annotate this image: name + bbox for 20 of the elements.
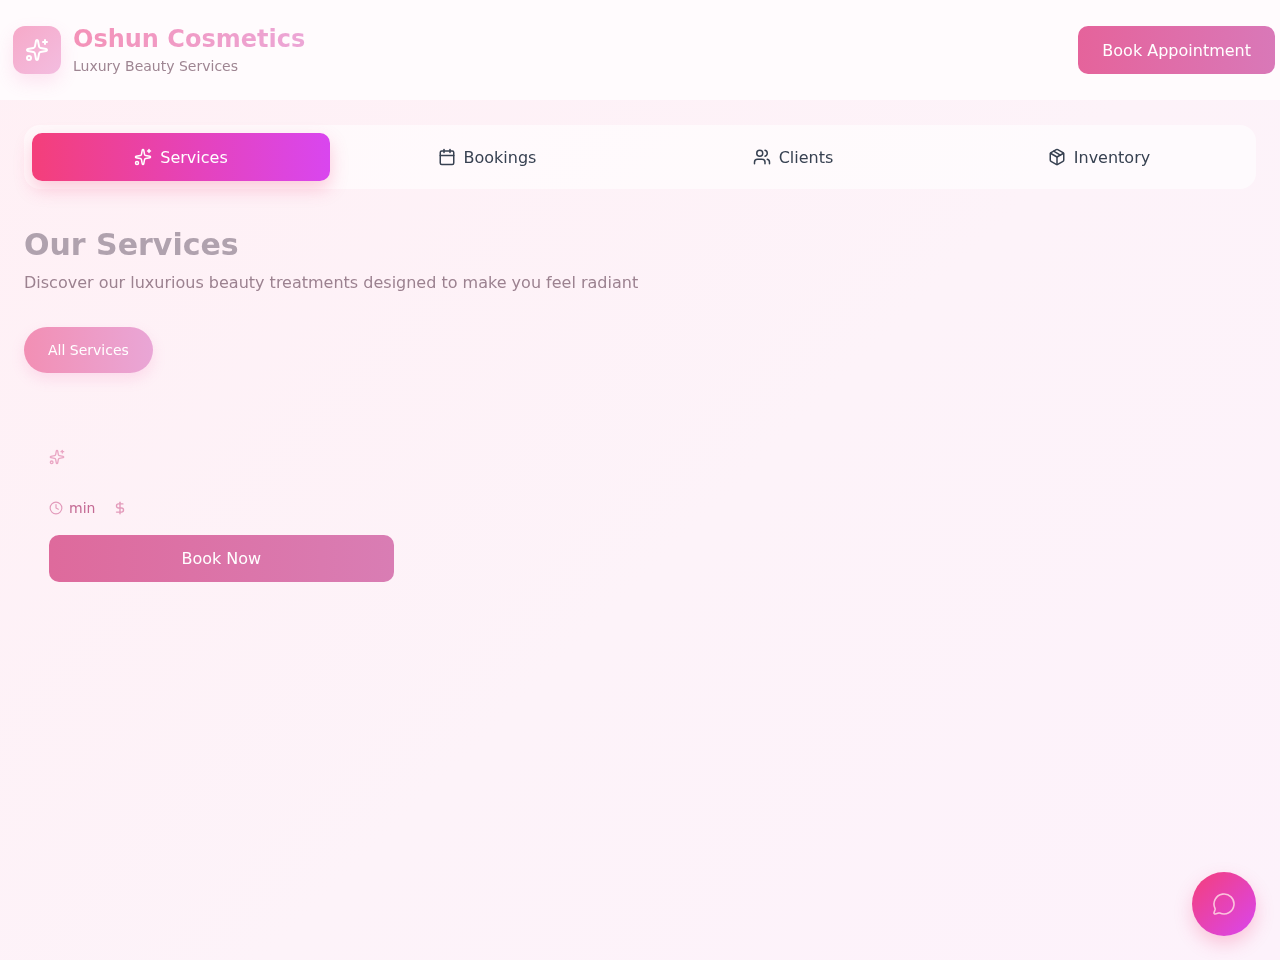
filter-chip[interactable]: All Services: [24, 327, 153, 373]
sparkles-logo-icon: [13, 26, 61, 74]
sparkles-icon: [134, 148, 153, 166]
nav-tab[interactable]: Bookings: [338, 133, 636, 181]
sparkles-icon: [49, 449, 65, 465]
nav-tab[interactable]: Inventory: [950, 133, 1248, 181]
clock-icon: [49, 501, 63, 515]
nav-tab[interactable]: Services: [32, 133, 330, 181]
section-title: Our Services: [24, 227, 240, 263]
calendar-icon: [437, 148, 456, 166]
users-icon: [752, 148, 771, 166]
box-icon: [1047, 148, 1066, 166]
book-appointment-button[interactable]: Book Appointment: [1078, 26, 1275, 74]
section-subtitle: Discover our luxurious beauty treatments designed to make you feel radiant: [24, 272, 640, 294]
book-now-button[interactable]: Book Now: [49, 535, 394, 582]
service-duration: min: [69, 500, 96, 516]
brand-tagline: Luxury Beauty Services: [73, 57, 239, 76]
chat-bubble-icon: [1212, 892, 1236, 916]
nav-tab[interactable]: Clients: [644, 133, 942, 181]
chat-button[interactable]: [1192, 872, 1256, 936]
